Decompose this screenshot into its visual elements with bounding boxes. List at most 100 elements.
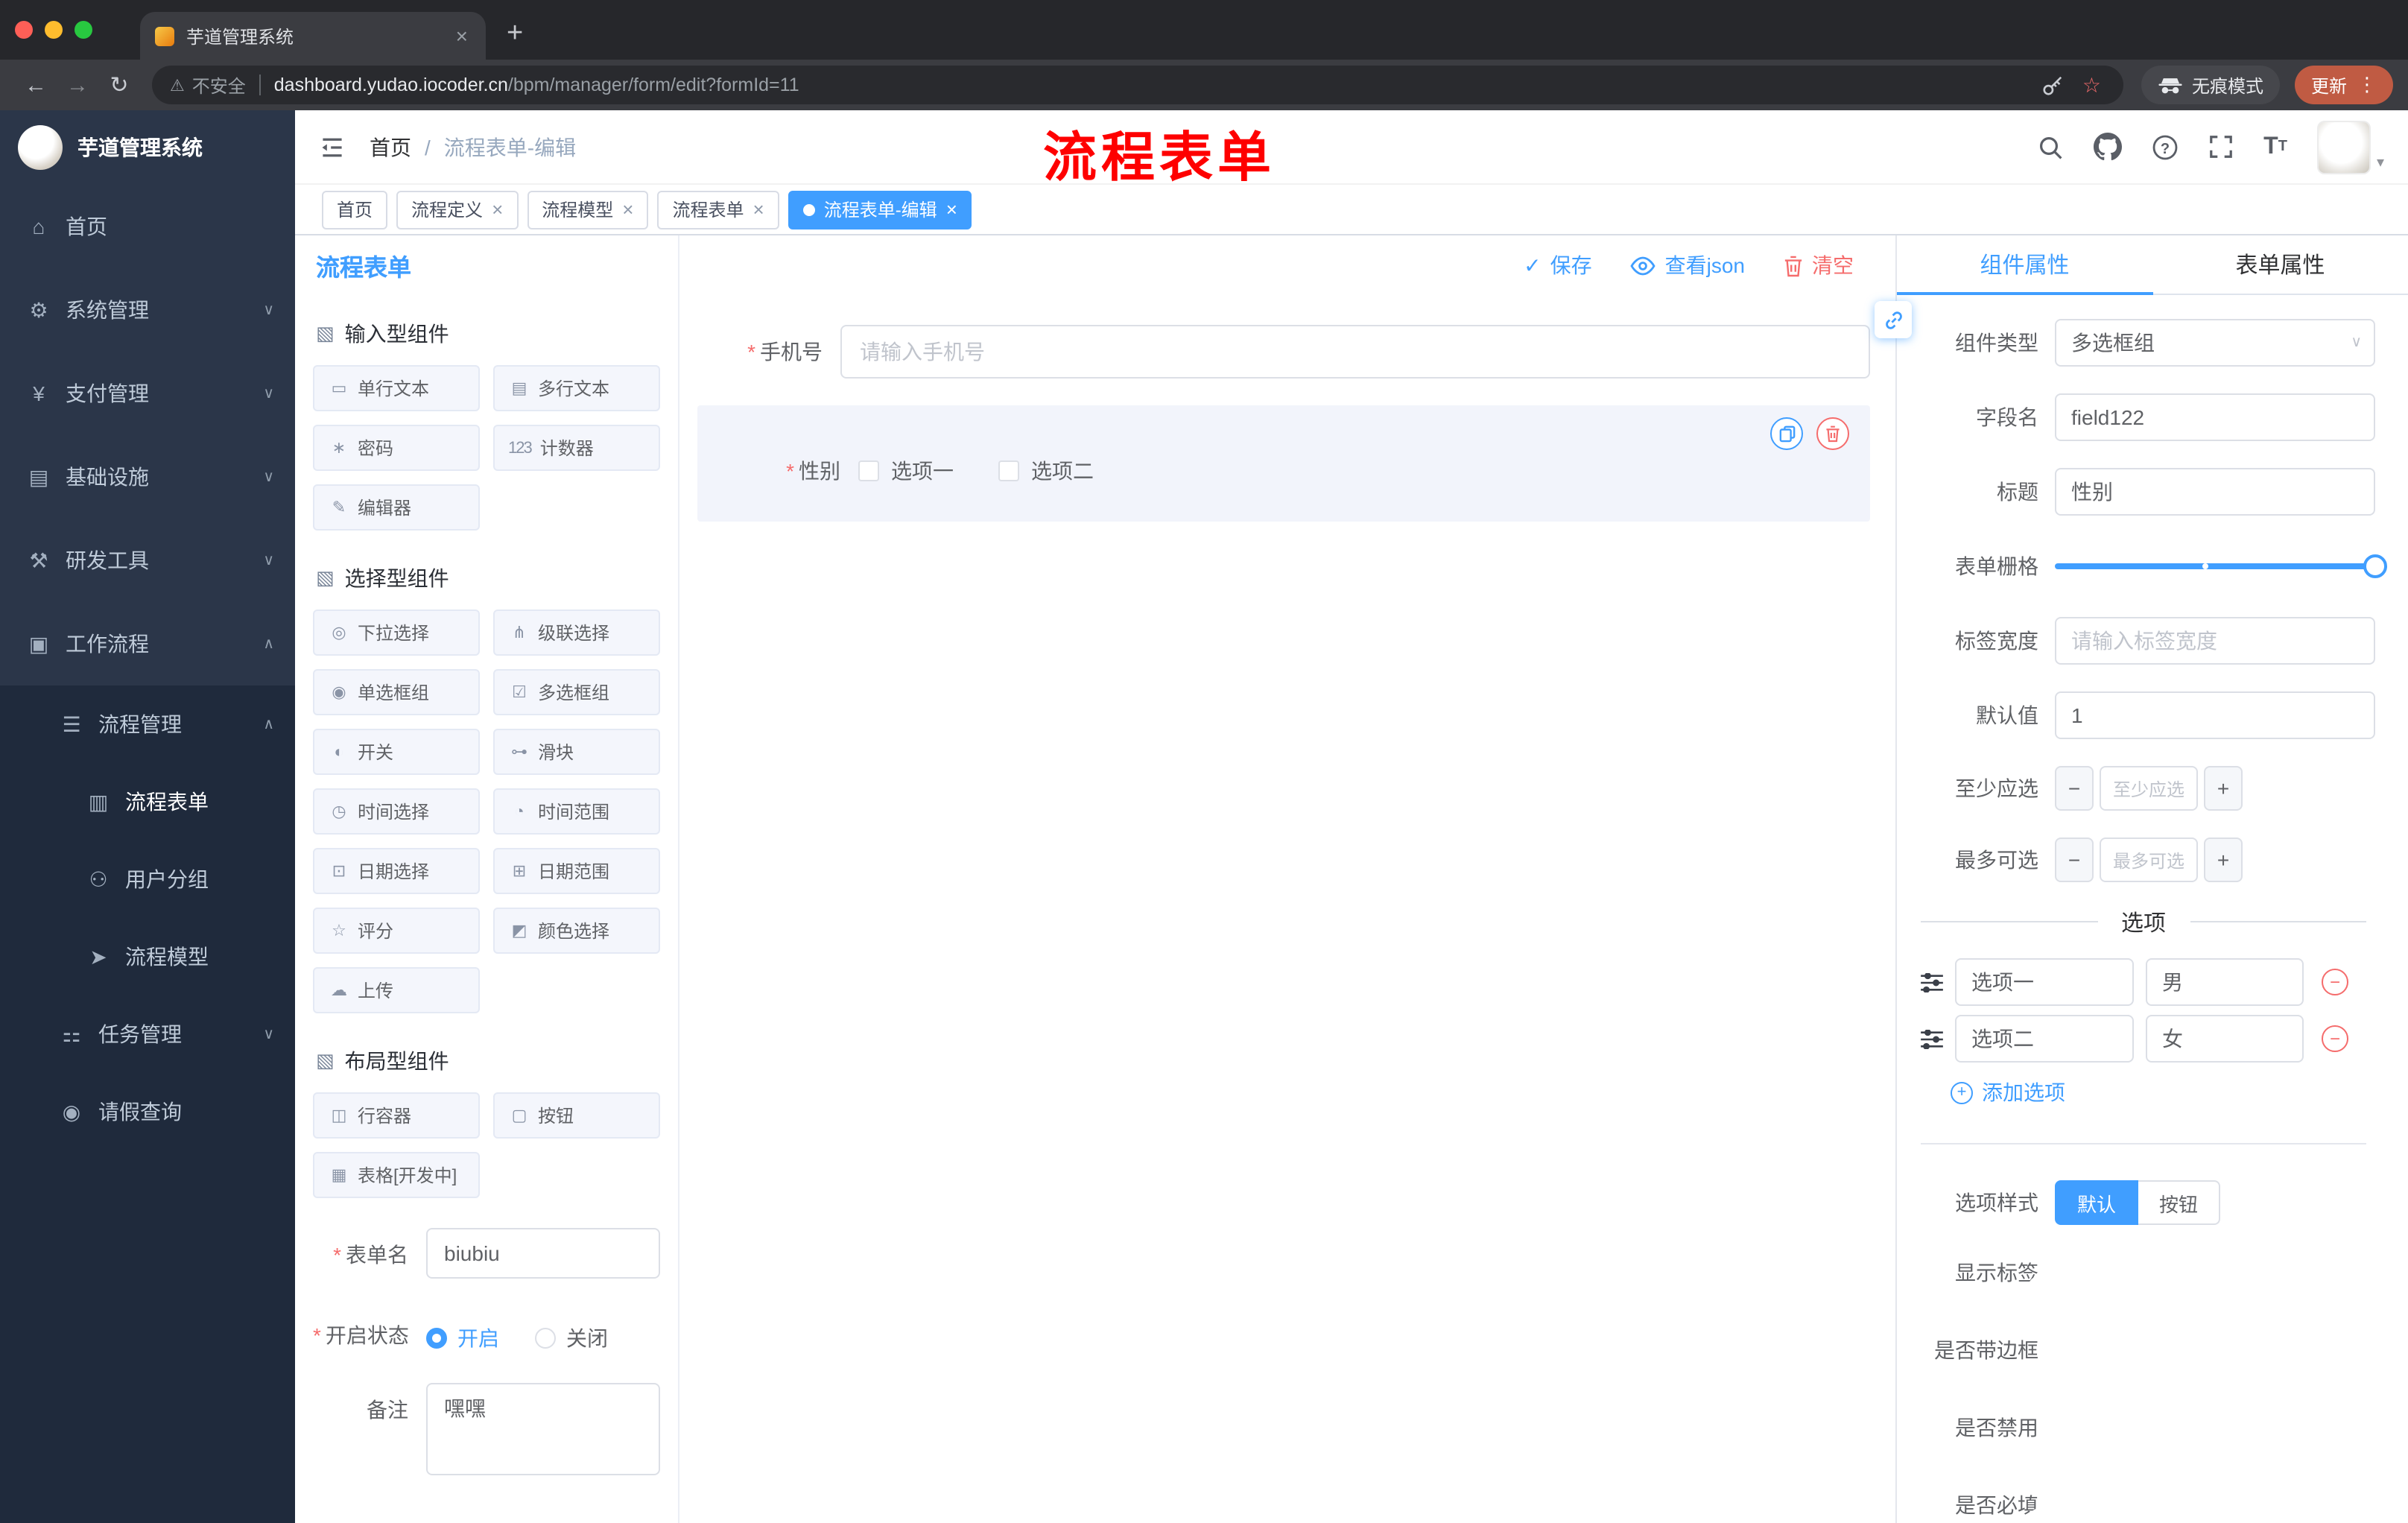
- remove-option-button[interactable]: −: [2322, 1025, 2348, 1052]
- sidebar-item-process-management[interactable]: ☰ 流程管理 ∧: [0, 685, 295, 763]
- close-icon[interactable]: ×: [492, 198, 503, 221]
- close-icon[interactable]: ×: [622, 198, 633, 221]
- palette-item-single-text[interactable]: ▭ 单行文本: [313, 365, 480, 411]
- field-name-input[interactable]: [2055, 393, 2375, 441]
- min-select-input[interactable]: 至少应选: [2100, 766, 2198, 811]
- user-menu[interactable]: ▾: [2316, 120, 2384, 174]
- font-size-icon[interactable]: TT: [2263, 134, 2287, 159]
- github-icon[interactable]: [2094, 133, 2123, 161]
- palette-item-editor[interactable]: ✎ 编辑器: [313, 484, 480, 531]
- max-select-input[interactable]: 最多可选: [2100, 838, 2198, 882]
- sidebar-item-infrastructure[interactable]: ▤ 基础设施 ∨: [0, 435, 295, 519]
- tag-process-definition[interactable]: 流程定义 ×: [396, 190, 519, 229]
- browser-tab[interactable]: 芋道管理系统 ×: [140, 12, 486, 60]
- close-icon[interactable]: ×: [753, 198, 764, 221]
- sidebar-item-home[interactable]: ⌂ 首页: [0, 185, 295, 268]
- sidebar-item-system[interactable]: ⚙ 系统管理 ∨: [0, 268, 295, 352]
- palette-item-cascader[interactable]: ⋔ 级联选择: [493, 609, 660, 656]
- slider-knob[interactable]: [2363, 554, 2387, 578]
- sidebar-item-payment[interactable]: ¥ 支付管理 ∨: [0, 352, 295, 435]
- tag-process-model[interactable]: 流程模型 ×: [527, 190, 649, 229]
- bookmark-star-icon[interactable]: ☆: [2082, 72, 2101, 98]
- component-type-select[interactable]: 多选框组: [2055, 319, 2375, 367]
- back-icon[interactable]: ←: [15, 72, 57, 98]
- palette-item-radio-group[interactable]: ◉ 单选框组: [313, 669, 480, 715]
- drag-handle-icon[interactable]: [1921, 1029, 1943, 1048]
- tab-component-props[interactable]: 组件属性: [1897, 235, 2152, 295]
- maximize-window-button[interactable]: [75, 21, 92, 39]
- sidebar-item-leave-query[interactable]: ◉ 请假查询: [0, 1073, 295, 1150]
- palette-item-date-range[interactable]: ⊞ 日期范围: [493, 848, 660, 894]
- status-on-radio[interactable]: 开启: [426, 1323, 499, 1353]
- option-1-label-input[interactable]: [1955, 958, 2134, 1006]
- sidebar-logo[interactable]: 芋道管理系统: [0, 110, 295, 185]
- sidebar-item-process-model[interactable]: ➤ 流程模型: [0, 918, 295, 995]
- browser-menu-icon[interactable]: ⋮: [2357, 73, 2377, 97]
- address-bar[interactable]: ⚠ 不安全 dashboard.yudao.iocoder.cn/bpm/man…: [152, 66, 2123, 104]
- sidebar-item-workflow[interactable]: ▣ 工作流程 ∧: [0, 602, 295, 685]
- palette-item-counter[interactable]: 123 计数器: [493, 425, 660, 471]
- form-name-input[interactable]: [426, 1228, 660, 1279]
- plus-button[interactable]: +: [2204, 838, 2243, 882]
- close-icon[interactable]: ×: [946, 198, 957, 221]
- palette-item-time-picker[interactable]: ◷ 时间选择: [313, 788, 480, 835]
- gender-option-1-checkbox[interactable]: 选项一: [858, 456, 954, 486]
- minus-button[interactable]: −: [2055, 766, 2094, 811]
- tab-close-icon[interactable]: ×: [453, 24, 471, 48]
- palette-item-select[interactable]: ◎ 下拉选择: [313, 609, 480, 656]
- tab-form-props[interactable]: 表单属性: [2152, 235, 2408, 294]
- sidebar-item-process-form[interactable]: ▥ 流程表单: [0, 763, 295, 840]
- title-input[interactable]: [2055, 468, 2375, 516]
- style-default-button[interactable]: 默认: [2055, 1180, 2139, 1225]
- palette-item-date-picker[interactable]: ⊡ 日期选择: [313, 848, 480, 894]
- save-button[interactable]: ✓ 保存: [1524, 250, 1591, 280]
- status-off-radio[interactable]: 关闭: [535, 1323, 608, 1353]
- copy-widget-button[interactable]: [1770, 417, 1803, 450]
- palette-item-button[interactable]: ▢ 按钮: [493, 1092, 660, 1139]
- breadcrumb-home[interactable]: 首页: [370, 132, 411, 162]
- add-option-button[interactable]: + 添加选项: [1951, 1077, 2375, 1107]
- selected-widget-gender[interactable]: * 性别 选项一 选项二: [697, 405, 1870, 522]
- browser-update-button[interactable]: 更新 ⋮: [2294, 66, 2393, 104]
- sidebar-item-devtools[interactable]: ⚒ 研发工具 ∨: [0, 519, 295, 602]
- sidebar-item-task-management[interactable]: ⚏ 任务管理 ∨: [0, 995, 295, 1073]
- option-1-value-input[interactable]: [2146, 958, 2304, 1006]
- label-width-input[interactable]: [2055, 617, 2375, 665]
- form-remark-textarea[interactable]: 嘿嘿: [426, 1383, 660, 1475]
- option-2-label-input[interactable]: [1955, 1015, 2134, 1063]
- palette-item-textarea[interactable]: ▤ 多行文本: [493, 365, 660, 411]
- sidebar-item-user-group[interactable]: ⚇ 用户分组: [0, 840, 295, 918]
- palette-item-time-range[interactable]: ◔ 时间范围: [493, 788, 660, 835]
- grid-slider[interactable]: [2055, 542, 2387, 590]
- phone-input[interactable]: [840, 325, 1870, 379]
- minus-button[interactable]: −: [2055, 838, 2094, 882]
- remove-option-button[interactable]: −: [2322, 969, 2348, 995]
- default-value-input[interactable]: [2055, 691, 2375, 739]
- new-tab-button[interactable]: +: [507, 18, 523, 51]
- forward-icon[interactable]: →: [57, 72, 98, 98]
- style-button-button[interactable]: 按钮: [2138, 1180, 2221, 1225]
- fold-sidebar-icon[interactable]: [319, 133, 346, 160]
- tag-process-form[interactable]: 流程表单 ×: [657, 190, 779, 229]
- close-window-button[interactable]: [15, 21, 33, 39]
- search-icon[interactable]: [2037, 133, 2064, 160]
- password-key-icon[interactable]: [2042, 74, 2065, 96]
- tag-process-form-edit[interactable]: 流程表单-编辑 ×: [788, 190, 972, 229]
- option-2-value-input[interactable]: [2146, 1015, 2304, 1063]
- view-json-button[interactable]: 查看json: [1631, 250, 1745, 280]
- clear-button[interactable]: 清空: [1784, 250, 1854, 280]
- reload-icon[interactable]: ↻: [98, 72, 140, 98]
- tag-home[interactable]: 首页: [322, 190, 388, 229]
- palette-item-table[interactable]: ▦ 表格[开发中]: [313, 1152, 480, 1198]
- drag-handle-icon[interactable]: [1921, 972, 1943, 992]
- phone-field-row[interactable]: * 手机号: [697, 325, 1870, 379]
- slider-track[interactable]: [2055, 554, 2387, 578]
- palette-item-rate[interactable]: ☆ 评分: [313, 908, 480, 954]
- help-icon[interactable]: ?: [2152, 133, 2179, 160]
- palette-item-password[interactable]: ∗ 密码: [313, 425, 480, 471]
- fullscreen-icon[interactable]: [2208, 134, 2234, 159]
- palette-item-color-picker[interactable]: ◩ 颜色选择: [493, 908, 660, 954]
- link-handle[interactable]: [1875, 301, 1912, 338]
- plus-button[interactable]: +: [2204, 766, 2243, 811]
- minimize-window-button[interactable]: [45, 21, 63, 39]
